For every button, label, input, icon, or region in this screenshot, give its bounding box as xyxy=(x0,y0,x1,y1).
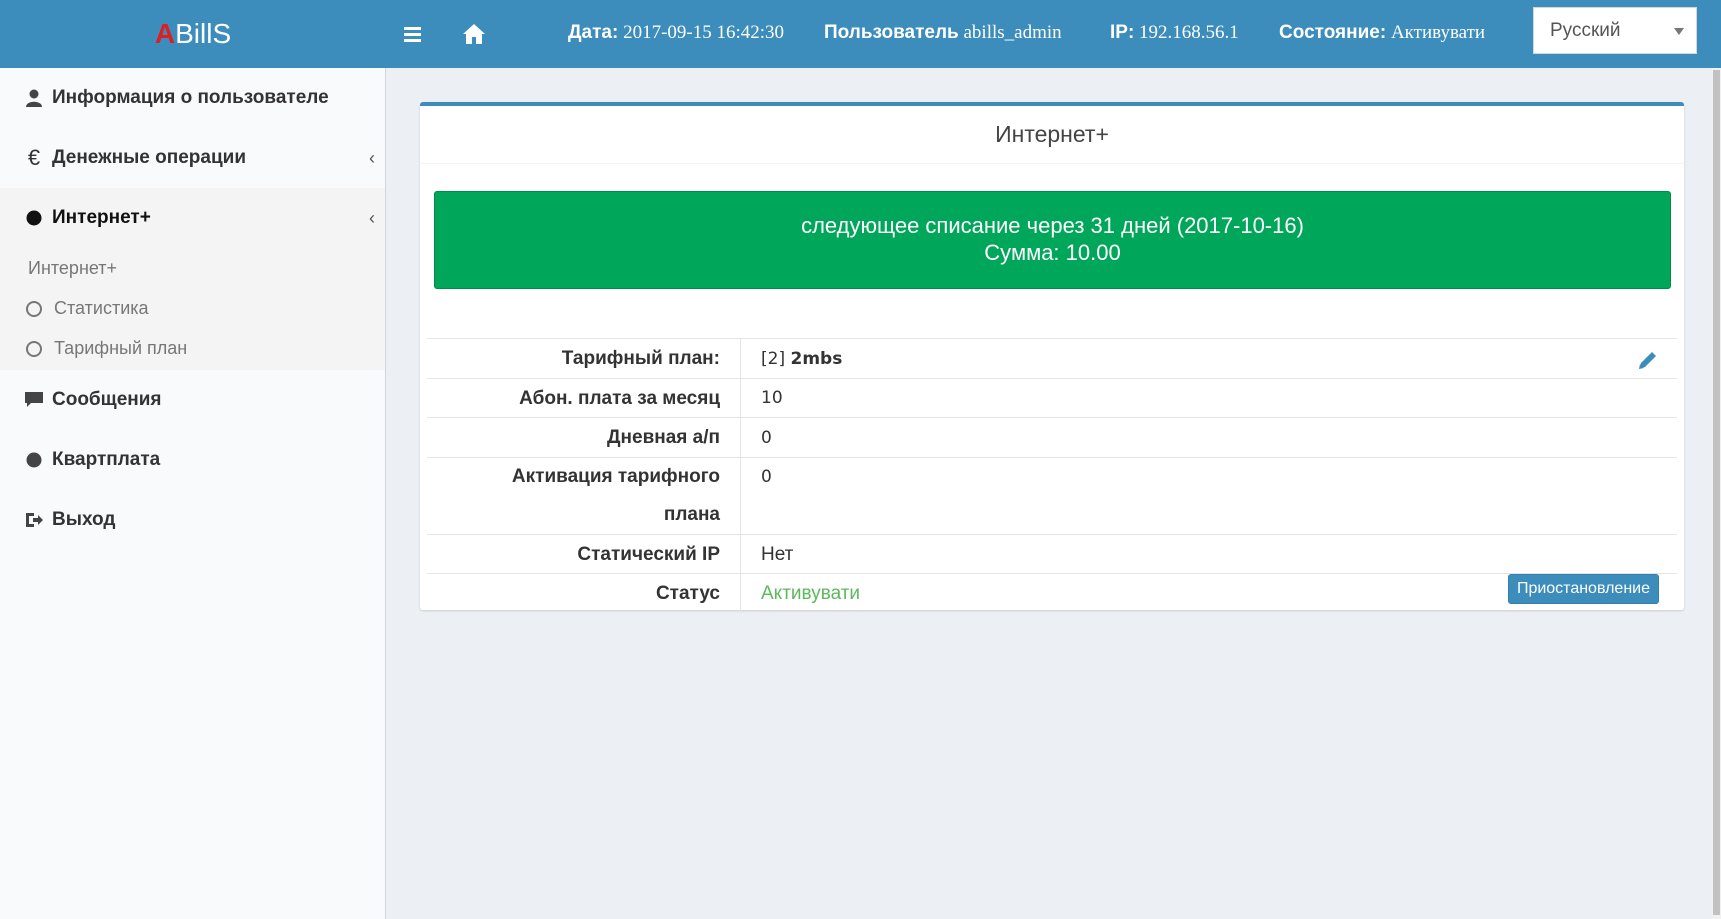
row-value: 0 xyxy=(740,418,1677,457)
sidebar-item-label: Квартплата xyxy=(52,449,161,470)
next-charge-alert: следующее списание через 31 дней (2017-1… xyxy=(434,191,1671,289)
euro-icon: € xyxy=(27,145,41,170)
sidebar-item-label: Информация о пользователе xyxy=(52,87,329,108)
home-icon[interactable] xyxy=(458,18,490,50)
scrollbar[interactable] xyxy=(1712,68,1721,919)
caret-down-icon xyxy=(1674,28,1684,35)
language-select[interactable]: Русский xyxy=(1533,7,1697,54)
row-label: Активация тарифного плана xyxy=(511,466,720,525)
menu-toggle-icon[interactable] xyxy=(397,18,429,50)
dot-icon xyxy=(24,450,44,470)
table-row: Дневная а/п 0 xyxy=(427,417,1677,457)
row-value: Нет xyxy=(740,535,1677,573)
sidebar-item-label: Интернет+ xyxy=(52,207,151,228)
header-ip: IP: 192.168.56.1 xyxy=(1110,22,1239,43)
sidebar-item-user-info[interactable]: Информация о пользователе xyxy=(0,68,385,128)
chevron-left-icon: ‹ xyxy=(369,148,375,168)
circle-icon xyxy=(26,340,42,357)
header-date: Дата: 2017-09-15 16:42:30 xyxy=(568,22,785,43)
sidebar-item-rent[interactable]: Квартплата xyxy=(0,430,385,490)
submenu-item-tariff[interactable]: Тарифный план xyxy=(26,338,187,359)
table-row: Статус Активувати Приостановление xyxy=(427,573,1677,613)
row-label: Дневная а/п xyxy=(607,427,720,448)
internet-box: Интернет+ следующее списание через 31 дн… xyxy=(420,102,1684,613)
row-value: 10 xyxy=(740,379,1677,417)
language-selected: Русский xyxy=(1550,19,1621,41)
sidebar-item-money[interactable]: € Денежные операции ‹ xyxy=(0,128,385,188)
table-row: Статический IP Нет xyxy=(427,534,1677,573)
alert-next-charge: следующее списание через 31 дней (2017-1… xyxy=(801,213,1304,238)
row-value: [2] 2mbs xyxy=(740,339,1677,378)
suspend-button[interactable]: Приостановление xyxy=(1507,574,1659,604)
sidebar-item-label: Денежные операции xyxy=(52,147,247,168)
logo-letter-a: A xyxy=(154,18,176,49)
pencil-icon[interactable] xyxy=(1637,346,1659,369)
row-value: Активувати Приостановление xyxy=(740,574,1677,613)
row-label: Статус xyxy=(655,583,720,604)
status-value: Активувати xyxy=(761,583,861,604)
circle-icon xyxy=(26,300,42,317)
dot-icon xyxy=(24,208,44,228)
chevron-left-icon: ‹ xyxy=(369,208,375,228)
sidebar-item-label: Выход xyxy=(52,509,116,530)
submenu-item-statistics[interactable]: Статистика xyxy=(26,298,149,319)
sidebar-item-internet[interactable]: Интернет+ ‹ xyxy=(0,188,385,248)
submenu-header[interactable]: Интернет+ xyxy=(28,258,117,279)
alert-amount: Сумма: 10.00 xyxy=(984,240,1121,265)
row-label: Статический IP xyxy=(577,544,720,565)
message-icon xyxy=(24,390,44,410)
row-value: 0 xyxy=(740,458,1677,534)
sidebar-item-logout[interactable]: Выход xyxy=(0,490,385,550)
sidebar-item-messages[interactable]: Сообщения xyxy=(0,370,385,430)
logo[interactable]: A BillS xyxy=(0,0,386,68)
header-state: Состояние: Активувати xyxy=(1279,22,1486,43)
logout-icon xyxy=(24,510,44,530)
tariff-name: 2mbs xyxy=(790,349,843,369)
top-header: A BillS Дата: 2017-09-15 16:42:30 Пользов… xyxy=(0,0,1721,68)
table-row: Абон. плата за месяц 10 xyxy=(427,378,1677,417)
box-title: Интернет+ xyxy=(420,106,1684,164)
row-label: Абон. плата за месяц xyxy=(519,388,720,409)
scrollbar-thumb[interactable] xyxy=(1713,70,1720,915)
table-row: Активация тарифного плана 0 xyxy=(427,457,1677,534)
header-user: Пользователь abills_admin xyxy=(824,22,1062,43)
row-label: Тарифный план: xyxy=(561,348,720,369)
logo-text: BillS xyxy=(175,18,232,49)
user-icon xyxy=(24,88,44,108)
sidebar-item-label: Сообщения xyxy=(52,389,162,410)
table-row: Тарифный план: [2] 2mbs xyxy=(427,338,1677,378)
sidebar: Информация о пользователе € Денежные опе… xyxy=(0,68,386,919)
